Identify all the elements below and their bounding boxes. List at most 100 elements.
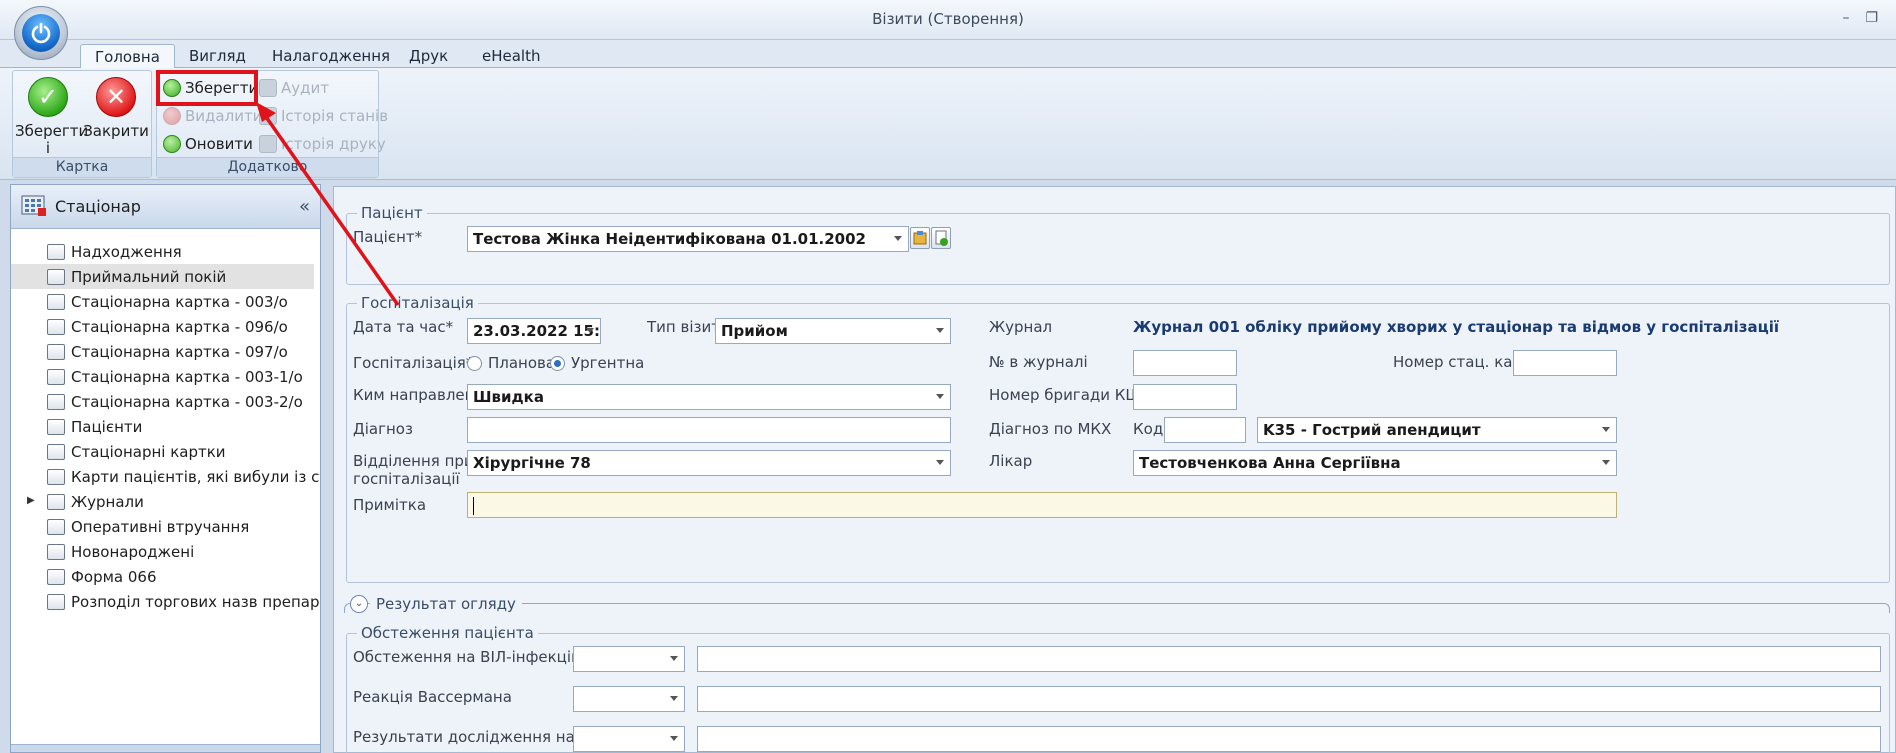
refresh-button[interactable]: Оновити: [163, 132, 253, 156]
result-expander[interactable]: ⌄ Результат огляду: [344, 593, 1890, 613]
document-icon: [47, 368, 65, 385]
exam-row-select[interactable]: [573, 726, 685, 752]
urgent-label: Ургентна: [571, 354, 645, 372]
document-icon: [47, 318, 65, 335]
close-button[interactable]: ✕ Закрити: [83, 77, 149, 140]
card-number-input[interactable]: [1513, 350, 1617, 376]
note-input[interactable]: [467, 492, 1617, 518]
sidebar-item[interactable]: Стаціонарна картка - 096/о: [11, 314, 320, 339]
journal-number-input[interactable]: [1133, 350, 1237, 376]
department-select[interactable]: Хірургічне 78: [467, 450, 951, 476]
sidebar-item-label: Стаціонарна картка - 097/о: [71, 342, 288, 361]
diagnosis-input[interactable]: [467, 417, 951, 443]
document-icon: [47, 543, 65, 560]
exam-row-select[interactable]: [573, 686, 685, 712]
document-icon: [47, 468, 65, 485]
add-patient-button[interactable]: [931, 227, 951, 249]
collapse-sidebar-button[interactable]: «: [299, 196, 310, 217]
state-history-label: Історія станів: [281, 107, 389, 125]
refresh-label: Оновити: [185, 135, 253, 153]
sidebar-item[interactable]: Приймальний покій: [11, 264, 314, 289]
sidebar-item-label: Надходження: [71, 242, 182, 261]
print-history-button[interactable]: Історія друку: [259, 132, 386, 156]
expander-border: [344, 603, 1890, 613]
chevron-down-icon[interactable]: ⌄: [350, 595, 368, 613]
delete-icon: [163, 107, 181, 125]
checkmark-icon: ✓: [28, 77, 68, 117]
exam-section-legend: Обстеження пацієнта: [357, 624, 538, 642]
sidebar-item[interactable]: Стаціонарні картки: [11, 439, 320, 464]
exam-row-input[interactable]: [697, 646, 1881, 672]
hospitalization-type-label: Госпіталізація*: [353, 354, 474, 372]
patient-label: Пацієнт*: [353, 228, 423, 246]
visit-type-select[interactable]: Прийом: [715, 318, 951, 344]
datetime-select[interactable]: 23.03.2022 15:17: [467, 318, 601, 344]
tab-view[interactable]: Вигляд: [175, 44, 260, 69]
journal-value: Журнал 001 обліку прийому хворих у стаці…: [1133, 318, 1780, 336]
sidebar-resize-handle[interactable]: [11, 744, 320, 752]
minimize-button[interactable]: –: [1842, 10, 1849, 26]
visit-type-value: Прийом: [721, 322, 788, 340]
restore-button[interactable]: ❐: [1865, 10, 1878, 26]
sidebar-item[interactable]: Пацієнти: [11, 414, 320, 439]
chevron-down-icon: [936, 328, 944, 333]
sidebar-item-label: Форма 066: [71, 567, 157, 586]
sidebar-item[interactable]: ▶ Журнали: [11, 489, 320, 514]
sidebar-item[interactable]: Оперативні втручання: [11, 514, 320, 539]
close-label: Закрити: [83, 122, 149, 140]
exam-row-label: Обстеження на ВІЛ-інфекцію: [353, 648, 584, 666]
sidebar-item[interactable]: Надходження: [11, 239, 320, 264]
doctor-select[interactable]: Тестовченкова Анна Сергіївна: [1133, 450, 1617, 476]
group-card: ✓ Зберегти і закрити ✕ Закрити Картка: [12, 70, 152, 178]
chevron-down-icon: [670, 696, 678, 701]
chevron-down-icon: [670, 736, 678, 741]
tab-home[interactable]: Головна: [80, 44, 175, 69]
sidebar-item-label: Стаціонарна картка - 003/о: [71, 292, 288, 311]
group-card-label: Картка: [13, 157, 151, 177]
sidebar-item[interactable]: Стаціонарна картка - 003-1/о: [11, 364, 320, 389]
sidebar-item[interactable]: Карти пацієнтів, які вибули із стаціонар…: [11, 464, 320, 489]
sidebar-item[interactable]: Стаціонарна картка - 003/о: [11, 289, 320, 314]
result-expander-label: Результат огляду: [370, 595, 522, 613]
document-icon: [47, 443, 65, 460]
window-title: Візити (Створення): [872, 10, 1024, 28]
ribbon-tabs: Головна Вигляд Налагодження Друк eHealth: [0, 40, 1896, 69]
icd-diagnosis-value: K35 - Гострий апендицит: [1263, 421, 1481, 439]
urgent-radio[interactable]: Ургентна: [550, 354, 644, 372]
brigade-number-input[interactable]: [1133, 384, 1237, 410]
icd-diagnosis-label: Діагноз по МКХ: [989, 420, 1112, 438]
tab-ehealth[interactable]: eHealth: [468, 44, 554, 69]
app-menu-button[interactable]: [14, 6, 68, 60]
delete-label: Видалити: [185, 107, 263, 125]
doctor-value: Тестовченкова Анна Сергіївна: [1139, 454, 1401, 472]
icd-code-input[interactable]: [1164, 417, 1246, 443]
tab-print[interactable]: Друк: [395, 44, 462, 69]
sidebar-item[interactable]: Розподіл торгових назв препаратів: [11, 589, 320, 614]
sidebar-item[interactable]: Стаціонарна картка - 003-2/о: [11, 389, 320, 414]
document-icon: [47, 343, 65, 360]
audit-button[interactable]: Аудит: [259, 76, 329, 100]
tab-debug[interactable]: Налагодження: [258, 44, 404, 69]
document-icon: [47, 393, 65, 410]
delete-button[interactable]: Видалити: [163, 104, 262, 128]
planned-radio[interactable]: Планова: [467, 354, 555, 372]
exam-row-input[interactable]: [697, 686, 1881, 712]
sidebar-item[interactable]: Новонароджені: [11, 539, 320, 564]
state-history-button[interactable]: Історія станів: [259, 104, 388, 128]
sidebar-item[interactable]: Форма 066: [11, 564, 320, 589]
ribbon: ✓ Зберегти і закрити ✕ Закрити Картка Зб…: [0, 68, 1896, 180]
document-icon: [47, 418, 65, 435]
exam-row-select[interactable]: [573, 646, 685, 672]
datetime-label: Дата та час*: [353, 318, 454, 336]
icd-diagnosis-select[interactable]: K35 - Гострий апендицит: [1257, 417, 1617, 443]
referred-by-select[interactable]: Швидка: [467, 384, 951, 410]
sidebar-item-label: Пацієнти: [71, 417, 143, 436]
sidebar-item-label: Карти пацієнтів, які вибули із стаціонар…: [71, 467, 320, 486]
patient-card-button[interactable]: [910, 227, 930, 249]
patient-select[interactable]: Тестова Жінка Неідентифікована 01.01.200…: [467, 226, 909, 252]
expand-arrow-icon[interactable]: ▶: [27, 495, 35, 506]
exam-row-input[interactable]: [697, 726, 1881, 752]
sidebar-item[interactable]: Стаціонарна картка - 097/о: [11, 339, 320, 364]
patient-section: Пацієнт Пацієнт* Тестова Жінка Неідентиф…: [346, 204, 1890, 285]
audit-label: Аудит: [281, 79, 329, 97]
